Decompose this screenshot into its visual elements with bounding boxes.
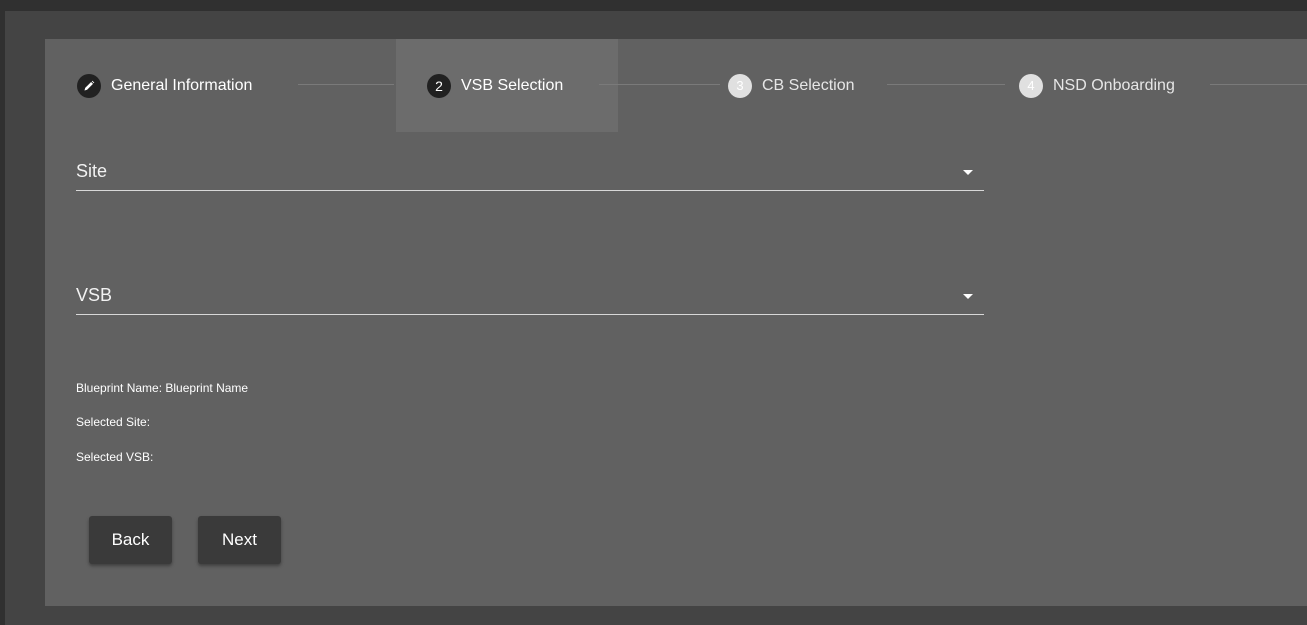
step-label: CB Selection: [762, 76, 855, 94]
stepper-card: General Information 2 VSB Selection 3 CB…: [45, 39, 1307, 606]
vsb-select[interactable]: VSB: [76, 274, 984, 315]
step-general-information[interactable]: General Information: [45, 39, 345, 132]
selected-site-text: Selected Site:: [76, 415, 151, 429]
step-vsb-selection[interactable]: 2 VSB Selection: [396, 39, 618, 132]
step-label: NSD Onboarding: [1053, 76, 1175, 94]
pencil-icon: [77, 73, 101, 98]
step-cb-selection[interactable]: 3 CB Selection: [697, 39, 897, 132]
chevron-down-icon: [963, 294, 973, 299]
step-label: General Information: [111, 76, 253, 94]
vsb-label: VSB: [76, 285, 113, 305]
selected-vsb-text: Selected VSB:: [76, 450, 154, 464]
stepper-header: General Information 2 VSB Selection 3 CB…: [45, 39, 1307, 132]
site-label: Site: [76, 161, 108, 181]
chevron-down-icon: [963, 170, 973, 175]
step-connector: [1210, 84, 1307, 85]
site-select[interactable]: Site: [76, 150, 984, 191]
step-number-badge: 4: [1019, 73, 1043, 98]
next-button[interactable]: Next: [198, 516, 281, 564]
step-nsd-onboarding[interactable]: 4 NSD Onboarding: [988, 39, 1218, 132]
step-connector: [298, 84, 394, 85]
blueprint-name-text: Blueprint Name: Blueprint Name: [76, 381, 249, 395]
back-button[interactable]: Back: [89, 516, 172, 564]
step-number-badge: 3: [728, 73, 752, 98]
step-label: VSB Selection: [461, 76, 564, 94]
step-number-badge: 2: [427, 73, 451, 98]
